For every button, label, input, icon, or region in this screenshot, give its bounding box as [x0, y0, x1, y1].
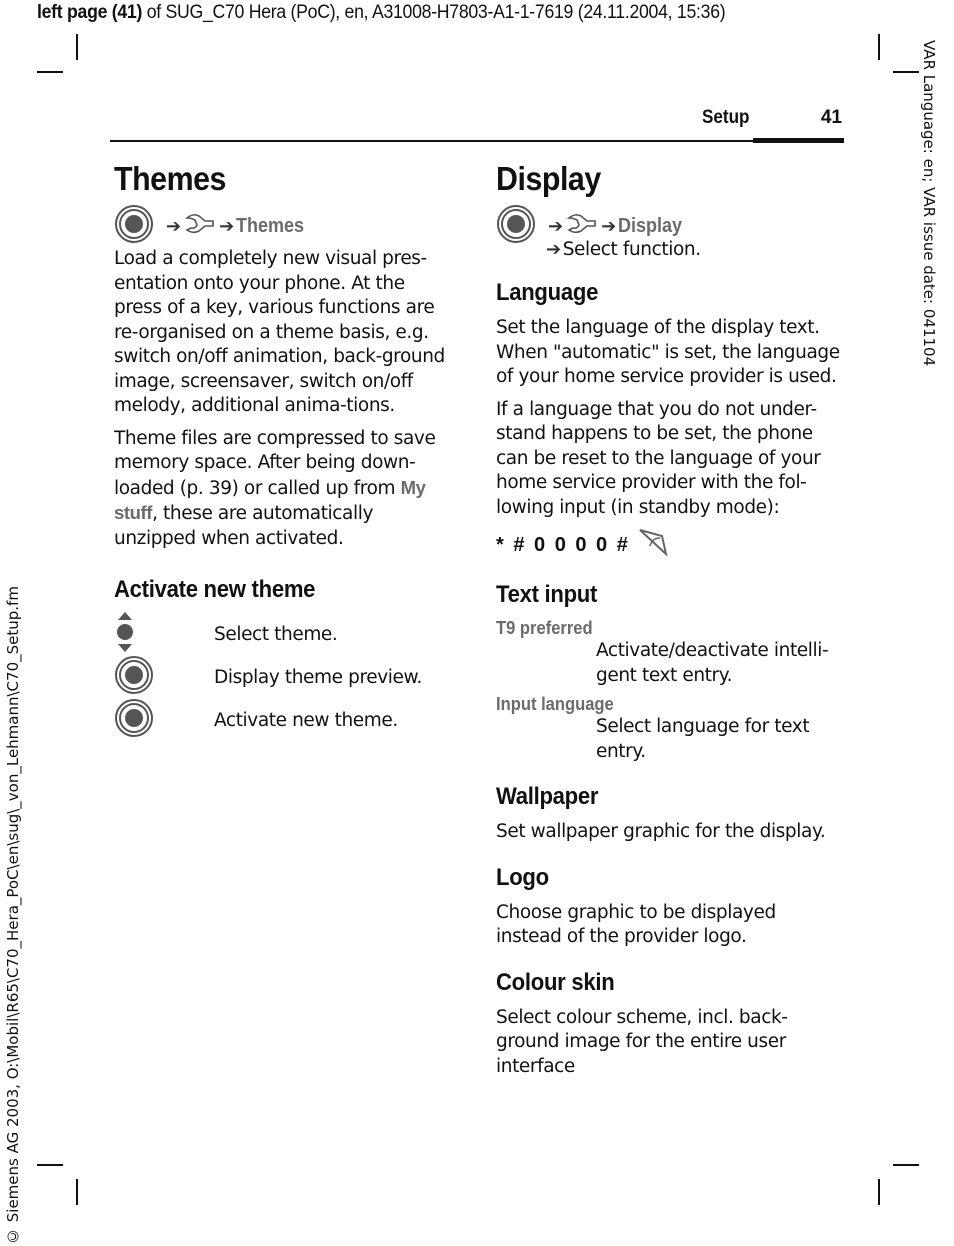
- joystick-press-icon: [496, 204, 536, 249]
- colour-skin-paragraph: Select colour scheme, incl. back-ground …: [496, 1006, 788, 1077]
- header-rule-accent: [753, 138, 844, 143]
- option-t9-preferred: T9 preferred: [496, 618, 593, 638]
- option-description: Select language for text entry.: [596, 716, 810, 762]
- display-title: Display: [496, 160, 601, 197]
- wrench-icon: [183, 212, 217, 241]
- language-reset-paragraph: If a language that you do not under-stan…: [496, 398, 821, 518]
- crop-mark: [76, 1179, 78, 1205]
- crop-mark: [37, 1164, 63, 1166]
- crop-mark: [893, 1164, 919, 1166]
- navigation-updown-icon: [114, 611, 136, 658]
- step-text: Display theme preview.: [214, 667, 423, 688]
- logo-heading: Logo: [496, 863, 549, 891]
- themes-title: Themes: [114, 160, 226, 197]
- arrow-icon: ➔: [219, 215, 235, 236]
- crop-mark: [878, 34, 880, 60]
- arrow-icon: ➔: [548, 215, 564, 236]
- themes-files-paragraph: Theme files are compressed to save memor…: [114, 427, 454, 552]
- print-meta-info: of SUG_C70 Hera (PoC), en, A31008-H7803-…: [142, 2, 726, 23]
- page-number: 41: [820, 107, 842, 128]
- crop-mark: [878, 1179, 880, 1205]
- step-text: Activate new theme.: [214, 710, 398, 731]
- language-heading: Language: [496, 279, 599, 306]
- menu-path-display: Display: [618, 214, 683, 237]
- crop-mark: [37, 71, 63, 73]
- menu-path-themes: Themes: [236, 214, 305, 237]
- arrow-icon: ➔: [601, 215, 617, 236]
- colour-skin-heading: Colour skin: [496, 968, 615, 996]
- wallpaper-paragraph: Set wallpaper graphic for the display.: [496, 821, 826, 842]
- step-text: Select theme.: [214, 624, 338, 645]
- themes-intro-paragraph: Load a completely new visual pres-entati…: [114, 248, 445, 416]
- logo-paragraph: Choose graphic to be displayed instead o…: [496, 901, 776, 948]
- running-head-section: Setup: [702, 107, 750, 128]
- header-rule: [110, 140, 844, 142]
- reset-code: * # 0 0 0 0 #: [496, 528, 846, 562]
- display-column: Display ➔ ➔ Display ➔ Select function. La…: [496, 158, 846, 1087]
- arrow-icon: ➔: [546, 239, 561, 260]
- arrow-icon: ➔: [166, 215, 182, 236]
- step-row: Select theme.: [114, 611, 454, 658]
- side-file-path: © Siemens AG 2003, O:\Mobil\R65\C70_Hera…: [4, 586, 22, 1245]
- joystick-press-icon: [114, 204, 154, 249]
- crop-mark: [76, 34, 78, 60]
- running-head: Setup 41: [110, 103, 844, 143]
- language-paragraph: Set the language of the display text. Wh…: [496, 317, 840, 387]
- select-function-text: Select function.: [562, 239, 701, 260]
- step-row: Activate new theme.: [114, 699, 454, 742]
- select-function-line: ➔ Select function.: [544, 239, 846, 260]
- print-meta-header: left page (41) of SUG_C70 Hera (PoC), en…: [37, 2, 726, 24]
- joystick-press-icon: [114, 698, 154, 743]
- themes-menu-path: ➔ ➔ Themes: [114, 204, 454, 249]
- option-description: Activate/deactivate intelli-gent text en…: [596, 640, 829, 686]
- joystick-press-icon: [114, 655, 154, 700]
- activate-theme-heading: Activate new theme: [114, 576, 316, 603]
- option-input-language: Input language: [496, 694, 614, 714]
- text-input-heading: Text input: [496, 581, 598, 608]
- wallpaper-heading: Wallpaper: [496, 783, 599, 810]
- side-var-info: VAR Language: en; VAR issue date: 041104: [920, 40, 938, 367]
- wrench-icon: [565, 212, 599, 241]
- send-key-icon: [638, 528, 668, 562]
- themes-files-text: Theme files are compressed to save memor…: [114, 427, 436, 499]
- themes-column: Themes ➔ ➔ Themes Load a completely new …: [114, 158, 454, 742]
- themes-files-text-end: , these are automatically unzipped when …: [114, 503, 374, 549]
- print-meta-page: left page (41): [37, 2, 143, 23]
- reset-code-text: * # 0 0 0 0 #: [496, 533, 630, 556]
- step-row: Display theme preview.: [114, 656, 454, 699]
- crop-mark: [893, 71, 919, 73]
